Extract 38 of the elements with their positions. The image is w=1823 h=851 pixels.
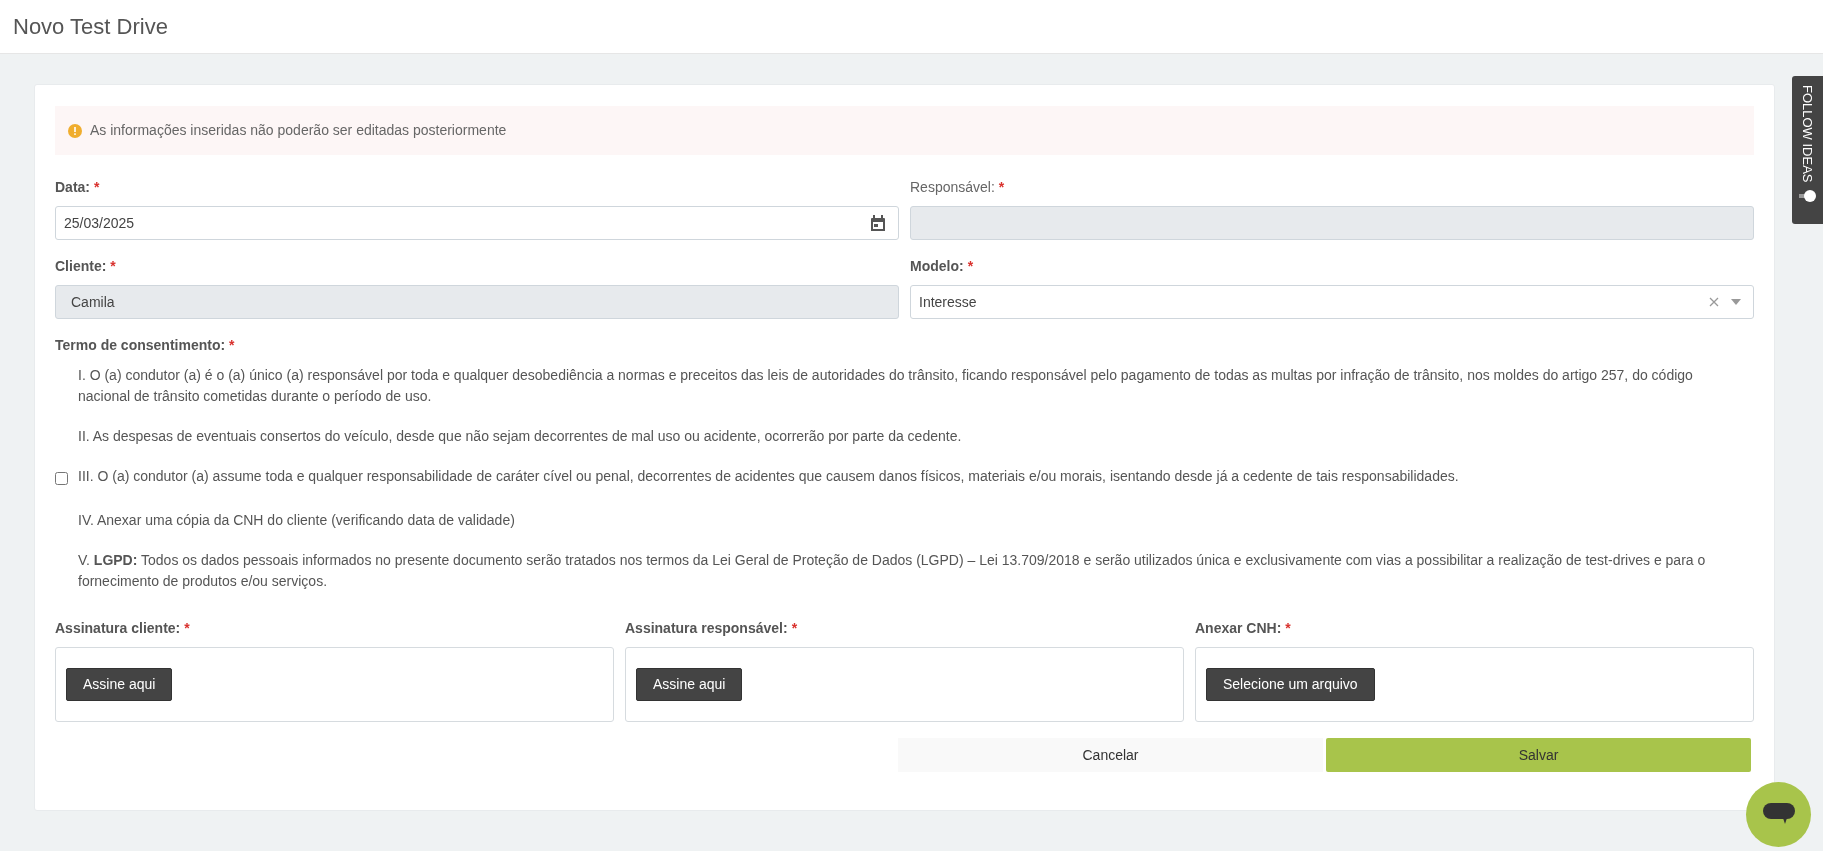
required-asterisk: * bbox=[184, 619, 190, 638]
consent-label: Termo de consentimento: bbox=[55, 336, 226, 355]
side-tab-label: FOLLOW IDEAS bbox=[1799, 85, 1817, 183]
required-asterisk: * bbox=[998, 178, 1005, 197]
lightbulb-icon bbox=[1798, 188, 1817, 203]
field-label: Responsável: bbox=[910, 178, 995, 197]
warning-icon bbox=[68, 123, 82, 138]
upload-button[interactable]: Assine aqui bbox=[66, 668, 173, 701]
consent-paragraph: IV. Anexar uma cópia da CNH do cliente (verificando data de validade) bbox=[77, 511, 516, 530]
field-label: Data: bbox=[55, 178, 90, 197]
calendar-icon[interactable] bbox=[870, 214, 886, 232]
consent-paragraph: II. As despesas de eventuais consertos do veículo, desde que não sejam decorrentes de mal uso ou acidente, ocorrerão por parte da cedente. bbox=[77, 427, 963, 446]
required-asterisk: * bbox=[110, 257, 116, 276]
required-asterisk: * bbox=[1285, 619, 1291, 638]
field-label: Modelo: bbox=[910, 257, 964, 276]
cancel-button[interactable]: Cancelar bbox=[898, 738, 1323, 772]
consent-paragraph: I. O (a) condutor (a) é o (a) único (a) responsável por toda e qualquer desobediência a normas e preceitos das leis de autoridades do trânsito, ficando responsável pelo pagamento de todas as multas por infração de trânsito, nos moldes do artigo 257, do código nacional de trânsito cometidas durante o período de uso. bbox=[77, 366, 1694, 406]
field-label: Anexar CNH: bbox=[1195, 619, 1282, 638]
upload-button[interactable]: Assine aqui bbox=[636, 668, 743, 701]
consent-checkbox[interactable] bbox=[55, 472, 68, 485]
select-field[interactable]: Interesse bbox=[910, 285, 1754, 319]
required-asterisk: * bbox=[967, 257, 974, 276]
upload-button[interactable]: Selecione um arquivo bbox=[1206, 668, 1375, 701]
page-title: Novo Test Drive bbox=[13, 13, 168, 41]
save-button[interactable]: Salvar bbox=[1326, 738, 1751, 772]
clear-icon[interactable] bbox=[1709, 297, 1719, 307]
side-tab[interactable]: FOLLOW IDEAS bbox=[1792, 76, 1823, 224]
field-label: Assinatura responsável: bbox=[625, 619, 788, 638]
field-label: Cliente: bbox=[55, 257, 107, 276]
consent-paragraph: III. O (a) condutor (a) assume toda e qualquer responsabilidade de caráter cível ou penal, decorrentes de acidentes que causem danos físicos, materiais e/ou morais, isentando desde já a cedente de tais responsabilidades. bbox=[77, 467, 1460, 486]
required-asterisk: * bbox=[791, 619, 798, 638]
date-field[interactable]: 25/03/2025 bbox=[55, 206, 899, 240]
required-asterisk: * bbox=[229, 336, 235, 355]
alert-text: As informações inseridas não poderão ser editadas posteriormente bbox=[90, 121, 507, 140]
field-label: Assinatura cliente: bbox=[55, 619, 181, 638]
required-asterisk: * bbox=[94, 178, 100, 197]
caret-icon[interactable] bbox=[1731, 299, 1741, 305]
consent-paragraph: V. LGPD: Todos os dados pessoais informados no presente documento serão tratados nos termos da Lei Geral de Proteção de Dados (LGPD) – Lei 13.709/2018 e serão utilizados única e exclusivamente com vias a possibilitar a realização de test-drives e para o fornecimento de produtos e/ou serviços. bbox=[77, 551, 1707, 591]
